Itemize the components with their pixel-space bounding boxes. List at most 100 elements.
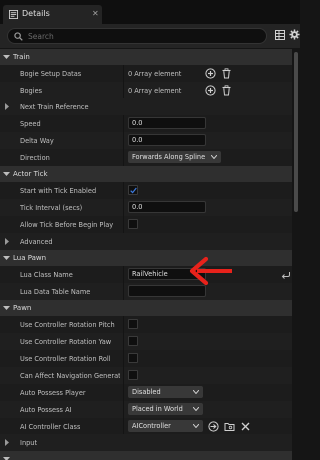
column-divider[interactable] xyxy=(123,367,124,384)
use-selected-icon[interactable] xyxy=(208,421,219,432)
delete-icon[interactable] xyxy=(221,68,232,79)
column-divider[interactable] xyxy=(123,350,124,367)
category-title: Input xyxy=(20,439,38,447)
column-divider[interactable] xyxy=(123,82,124,99)
dropdown-value: Forwards Along Spline xyxy=(132,153,206,161)
field-value: 0.0 xyxy=(132,136,143,144)
column-divider[interactable] xyxy=(123,65,124,82)
use-pitch-checkbox[interactable] xyxy=(128,319,138,329)
table-view-icon[interactable] xyxy=(275,30,285,40)
direction-dropdown[interactable]: Forwards Along Spline xyxy=(128,151,221,163)
allow-tick-checkbox[interactable] xyxy=(128,219,138,229)
section-camera[interactable] xyxy=(0,451,292,460)
property-label: Can Affect Navigation Generat... xyxy=(20,372,120,380)
add-element-icon[interactable] xyxy=(205,85,216,96)
chevron-down-icon xyxy=(3,55,10,59)
column-divider[interactable] xyxy=(123,266,124,283)
settings-gear-icon[interactable] xyxy=(289,29,300,40)
dropdown-value: AIController xyxy=(132,422,171,430)
category-advanced[interactable]: Advanced xyxy=(0,233,292,250)
use-roll-checkbox[interactable] xyxy=(128,353,138,363)
property-label: Allow Tick Before Begin Play xyxy=(20,221,114,229)
column-divider[interactable] xyxy=(123,199,124,216)
property-label: Auto Possess AI xyxy=(20,406,72,414)
section-train[interactable]: Train xyxy=(0,49,292,65)
tab-details[interactable]: Details ✕ xyxy=(3,5,102,24)
field-value: 0.0 xyxy=(132,119,143,127)
details-tab-icon xyxy=(9,10,18,19)
column-divider[interactable] xyxy=(123,283,124,300)
search-input[interactable] xyxy=(28,30,258,42)
category-title: Next Train Reference xyxy=(20,103,89,111)
chevron-down-icon xyxy=(193,424,199,428)
column-divider[interactable] xyxy=(123,182,124,199)
tick-interval-field[interactable]: 0.0 xyxy=(128,201,206,213)
section-lua-pawn[interactable]: Lua Pawn xyxy=(0,250,292,266)
property-label: AI Controller Class xyxy=(20,423,81,431)
scrollbar-thumb[interactable] xyxy=(294,52,298,212)
dropdown-value: Placed in World xyxy=(132,405,183,413)
property-label: Auto Possess Player xyxy=(20,389,86,397)
property-row: Allow Tick Before Begin Play xyxy=(0,216,292,233)
category-next-train-reference[interactable]: Next Train Reference xyxy=(0,98,292,115)
chevron-down-icon xyxy=(211,155,217,159)
section-title: Lua Pawn xyxy=(13,254,47,262)
browse-icon[interactable] xyxy=(224,421,235,432)
category-input[interactable]: Input xyxy=(0,434,292,451)
add-element-icon[interactable] xyxy=(205,68,216,79)
property-label: Use Controller Rotation Roll xyxy=(20,355,111,363)
column-divider[interactable] xyxy=(123,316,124,333)
chevron-down-icon xyxy=(3,457,10,460)
property-row: Direction Forwards Along Spline xyxy=(0,149,292,166)
chevron-down-icon xyxy=(193,390,199,394)
property-row: Use Controller Rotation Roll xyxy=(0,350,292,367)
property-label: Direction xyxy=(20,154,50,162)
column-divider[interactable] xyxy=(123,401,124,418)
section-title: Actor Tick xyxy=(13,170,48,178)
section-actor-tick[interactable]: Actor Tick xyxy=(0,166,292,182)
dropdown-value: Disabled xyxy=(132,388,161,396)
use-yaw-checkbox[interactable] xyxy=(128,336,138,346)
search-row xyxy=(0,24,300,48)
start-with-tick-checkbox[interactable] xyxy=(128,185,138,195)
auto-possess-ai-dropdown[interactable]: Placed in World xyxy=(128,403,203,415)
column-divider[interactable] xyxy=(123,149,124,166)
property-label: Use Controller Rotation Pitch xyxy=(20,321,115,329)
chevron-right-icon xyxy=(5,238,9,245)
speed-field[interactable]: 0.0 xyxy=(128,117,206,129)
delta-way-field[interactable]: 0.0 xyxy=(128,134,206,146)
tab-bar: Details ✕ xyxy=(0,0,300,24)
reset-to-default-icon[interactable] xyxy=(281,269,291,279)
field-value: 0.0 xyxy=(132,203,143,211)
property-label: Tick Interval (secs) xyxy=(20,204,83,212)
property-row: Use Controller Rotation Pitch xyxy=(0,316,292,333)
property-row: Auto Possess Player Disabled xyxy=(0,384,292,401)
property-label: Bogie Setup Datas xyxy=(20,70,82,78)
property-row: Start with Tick Enabled xyxy=(0,182,292,199)
array-count: 0 Array element xyxy=(128,70,182,78)
column-divider[interactable] xyxy=(123,418,124,435)
column-divider[interactable] xyxy=(123,216,124,233)
property-row: Lua Class Name RailVehicle xyxy=(0,266,292,283)
section-pawn[interactable]: Pawn xyxy=(0,300,292,316)
ai-controller-class-dropdown[interactable]: AIController xyxy=(128,420,203,432)
column-divider[interactable] xyxy=(123,132,124,149)
checkmark-icon xyxy=(130,187,137,194)
auto-possess-player-dropdown[interactable]: Disabled xyxy=(128,386,203,398)
property-label: Bogies xyxy=(20,87,43,95)
delete-icon[interactable] xyxy=(221,85,232,96)
property-label: Start with Tick Enabled xyxy=(20,187,97,195)
chevron-down-icon xyxy=(3,306,10,310)
tab-title: Details xyxy=(22,9,50,18)
property-row: Tick Interval (secs) 0.0 xyxy=(0,199,292,216)
property-label: Lua Data Table Name xyxy=(20,288,91,296)
clear-icon[interactable] xyxy=(240,421,251,432)
property-label: Speed xyxy=(20,120,41,128)
can-affect-navigation-checkbox[interactable] xyxy=(128,370,138,380)
column-divider[interactable] xyxy=(123,333,124,350)
column-divider[interactable] xyxy=(123,384,124,401)
chevron-down-icon xyxy=(3,256,10,260)
close-icon[interactable]: ✕ xyxy=(92,9,99,19)
property-row: AI Controller Class AIController xyxy=(0,418,292,435)
column-divider[interactable] xyxy=(123,115,124,132)
